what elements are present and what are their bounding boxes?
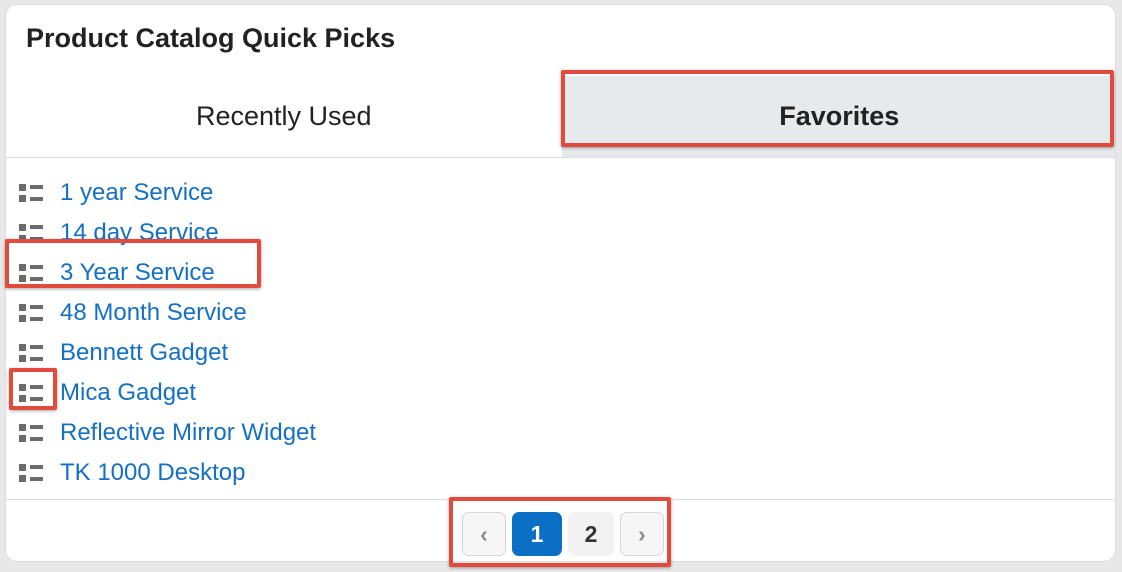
item-link[interactable]: Bennett Gadget (60, 339, 228, 367)
drag-handle-icon[interactable] (19, 423, 45, 443)
item-link[interactable]: 1 year Service (60, 179, 213, 207)
page-button-1[interactable]: 1 (512, 512, 562, 556)
quick-picks-panel: Product Catalog Quick Picks Recently Use… (5, 4, 1116, 562)
drag-handle-icon[interactable] (19, 223, 45, 243)
drag-handle-icon[interactable] (19, 463, 45, 483)
tab-recently-used[interactable]: Recently Used (6, 76, 562, 157)
chevron-right-icon[interactable]: › (620, 512, 664, 556)
item-link[interactable]: 48 Month Service (60, 299, 247, 327)
item-link[interactable]: 3 Year Service (60, 259, 215, 287)
page-button-2[interactable]: 2 (568, 512, 614, 556)
chevron-left-icon[interactable]: ‹ (462, 512, 506, 556)
item-link[interactable]: Mica Gadget (60, 379, 196, 407)
drag-handle-icon[interactable] (19, 343, 45, 363)
list-item: TK 1000 Desktop (6, 453, 1115, 493)
panel-title: Product Catalog Quick Picks (26, 23, 396, 53)
tab-favorites[interactable]: Favorites (561, 76, 1115, 157)
drag-handle-icon[interactable] (19, 263, 45, 283)
drag-handle-icon[interactable] (19, 303, 45, 323)
item-link[interactable]: Reflective Mirror Widget (60, 419, 316, 447)
drag-handle-icon[interactable] (19, 383, 45, 403)
tab-bar: Recently Used Favorites (6, 76, 1115, 158)
list-item: 48 Month Service (6, 293, 1115, 333)
list-item: 14 day Service (6, 213, 1115, 253)
pagination-footer: ‹ 1 2 › (6, 499, 1115, 561)
item-link[interactable]: TK 1000 Desktop (60, 459, 245, 487)
list-item: Mica Gadget (6, 373, 1115, 413)
list-item: Bennett Gadget (6, 333, 1115, 373)
list-item: 1 year Service (6, 173, 1115, 213)
favorites-list: 1 year Service 14 day Service 3 Year Ser… (6, 173, 1115, 493)
item-link[interactable]: 14 day Service (60, 219, 219, 247)
drag-handle-icon[interactable] (19, 183, 45, 203)
pagination: ‹ 1 2 › (462, 512, 664, 556)
list-item: 3 Year Service (6, 253, 1115, 293)
list-item: Reflective Mirror Widget (6, 413, 1115, 453)
